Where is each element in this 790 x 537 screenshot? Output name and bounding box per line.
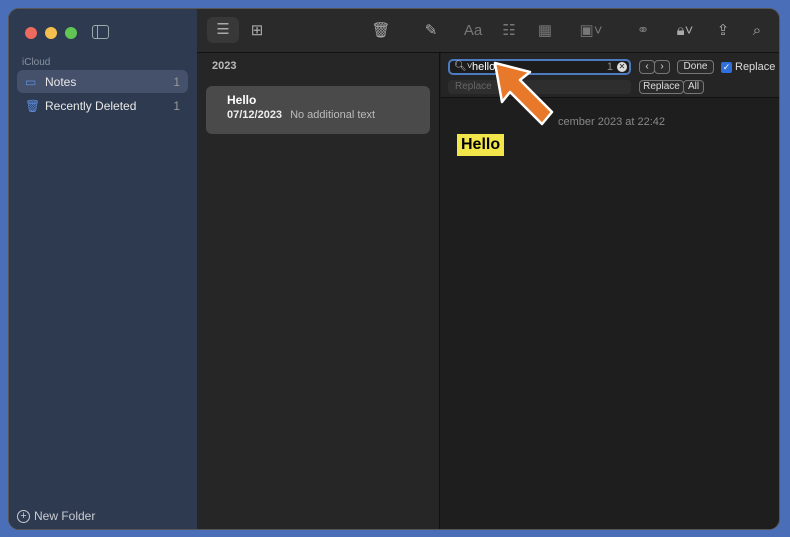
- sidebar-item-label: Recently Deleted: [45, 98, 137, 113]
- table-icon[interactable]: ▦: [533, 21, 557, 41]
- minimize-button[interactable]: [45, 27, 57, 39]
- collaborate-icon[interactable]: ⚭: [631, 21, 655, 41]
- note-date: 07/12/2023: [227, 109, 283, 121]
- group-header: 2023: [212, 60, 237, 72]
- window-controls: [25, 27, 77, 39]
- search-icon: 🔍︎˅: [454, 61, 473, 72]
- note-date: cember 2023 at 22:42: [558, 116, 666, 128]
- item-count: 1: [173, 98, 180, 113]
- toolbar: ☰ ⊞ 🗑 ✎ Aa ☷ ▦ ▣˅ ⚭ 🔒︎˅ ⇪ ⌕: [197, 9, 779, 53]
- annotation-arrow-icon: [493, 61, 554, 126]
- replace-button[interactable]: Replace: [639, 80, 684, 94]
- sidebar-item-label: Notes: [45, 74, 77, 89]
- media-icon[interactable]: ▣˅: [573, 21, 609, 41]
- search-icon[interactable]: ⌕: [745, 21, 769, 41]
- section-label: iCloud: [22, 57, 51, 68]
- compose-icon[interactable]: ✎: [419, 21, 443, 41]
- clear-icon[interactable]: ✕: [617, 62, 627, 72]
- replace-checkbox-label: Replace: [735, 61, 776, 73]
- zoom-button[interactable]: [65, 27, 77, 39]
- note-list: 2023 Hello 07/12/2023 No additional text: [197, 9, 440, 529]
- replace-all-button[interactable]: All: [683, 80, 704, 94]
- highlighted-text: Hello: [457, 134, 505, 156]
- folder-icon: ▭: [25, 74, 37, 89]
- list-view-icon[interactable]: ☰: [207, 17, 239, 43]
- close-button[interactable]: [25, 27, 37, 39]
- note-title: Hello: [227, 93, 257, 107]
- item-count: 1: [173, 74, 180, 89]
- lock-icon[interactable]: 🔒︎˅: [669, 21, 701, 41]
- sidebar-toggle-icon[interactable]: [92, 25, 109, 39]
- plus-circle-icon: +: [17, 509, 30, 523]
- trash-icon: 🗑: [25, 98, 41, 113]
- next-match-button[interactable]: ›: [654, 60, 670, 74]
- sidebar-item-notes[interactable]: ▭ Notes 1: [17, 70, 188, 93]
- new-folder-label: New Folder: [34, 509, 96, 523]
- sidebar: iCloud ▭ Notes 1 🗑 Recently Deleted 1 + …: [9, 9, 197, 529]
- sidebar-item-recently-deleted[interactable]: 🗑 Recently Deleted 1: [17, 94, 188, 117]
- share-icon[interactable]: ⇪: [711, 21, 735, 41]
- match-count: 1: [606, 61, 613, 73]
- replace-checkbox[interactable]: ✓: [721, 62, 732, 73]
- note-preview: No additional text: [290, 109, 376, 121]
- checklist-icon[interactable]: ☷: [497, 21, 521, 41]
- delete-icon[interactable]: 🗑: [369, 21, 393, 41]
- format-icon[interactable]: Aa: [461, 21, 485, 41]
- new-folder-button[interactable]: + New Folder: [17, 509, 95, 523]
- previous-match-button[interactable]: ‹: [639, 60, 655, 74]
- note-list-item[interactable]: Hello 07/12/2023 No additional text: [206, 86, 430, 134]
- gallery-view-icon[interactable]: ⊞: [245, 21, 269, 41]
- done-button[interactable]: Done: [677, 60, 714, 74]
- notes-window: iCloud ▭ Notes 1 🗑 Recently Deleted 1 + …: [8, 8, 780, 530]
